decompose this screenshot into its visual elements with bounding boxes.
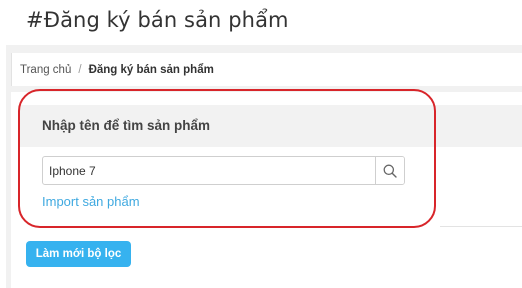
- product-search-box: [42, 156, 405, 185]
- panel-title: Nhập tên để tìm sản phẩm: [42, 118, 211, 133]
- reset-filter-button[interactable]: Làm mới bộ lọc: [26, 241, 131, 267]
- breadcrumb-home[interactable]: Trang chủ: [20, 64, 71, 76]
- breadcrumb-current: Đăng ký bán sản phẩm: [88, 63, 214, 76]
- page: #Đăng ký bán sản phẩm Trang chủ / Đăng k…: [0, 0, 522, 288]
- product-search-input[interactable]: [43, 157, 375, 184]
- search-icon: [383, 164, 397, 178]
- breadcrumb-separator: /: [78, 63, 82, 76]
- import-products-link[interactable]: Import sản phẩm: [42, 194, 140, 209]
- divider: [440, 226, 522, 227]
- page-heading: #Đăng ký bán sản phẩm: [26, 8, 289, 32]
- search-button[interactable]: [375, 157, 404, 184]
- breadcrumb: Trang chủ / Đăng ký bán sản phẩm: [11, 53, 522, 86]
